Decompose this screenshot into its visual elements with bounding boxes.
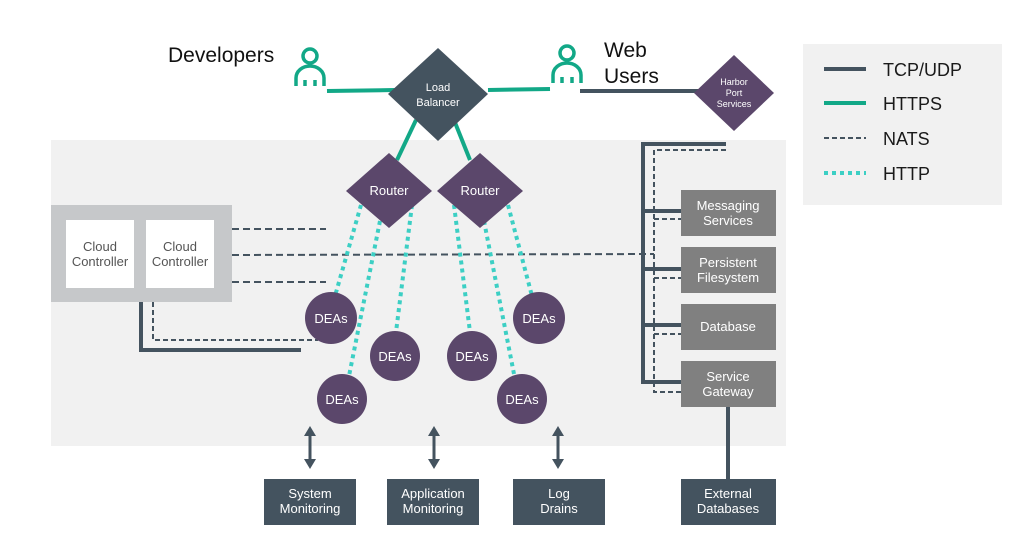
dea-node[interactable]: DEAs: [317, 374, 367, 424]
dea-node[interactable]: DEAs: [370, 331, 420, 381]
load-balancer[interactable]: Load Balancer: [388, 48, 488, 141]
dea-label: DEAs: [325, 392, 359, 407]
cloud-controller-label-1: Cloud: [163, 239, 197, 254]
dea-node[interactable]: DEAs: [497, 374, 547, 424]
load-balancer-label-2: Balancer: [416, 97, 460, 109]
service-messaging[interactable]: Messaging Services: [681, 190, 776, 236]
load-balancer-label-1: Load: [426, 82, 450, 94]
external-label-2: Databases: [697, 501, 760, 516]
cloud-controller-2[interactable]: Cloud Controller: [146, 220, 214, 288]
dea-label: DEAs: [378, 349, 412, 364]
external-databases[interactable]: External Databases: [681, 479, 776, 525]
service-label-1: Database: [700, 319, 756, 334]
web-users-label-2: Users: [604, 65, 659, 88]
external-log-drains[interactable]: Log Drains: [513, 479, 605, 525]
service-label-1: Service: [706, 369, 749, 384]
service-database[interactable]: Database: [681, 304, 776, 350]
external-application-monitoring[interactable]: Application Monitoring: [387, 479, 479, 525]
dea-label: DEAs: [505, 392, 539, 407]
external-label-1: External: [704, 486, 752, 501]
router-label: Router: [460, 183, 500, 198]
harbor-port-services[interactable]: Harbor Port Services: [694, 55, 774, 131]
external-label-2: Monitoring: [403, 501, 464, 516]
dea-label: DEAs: [522, 311, 556, 326]
legend-label-tcp-udp: TCP/UDP: [883, 60, 962, 80]
dea-label: DEAs: [314, 311, 348, 326]
cloud-controller-label-2: Controller: [72, 254, 129, 269]
service-label-1: Persistent: [699, 255, 757, 270]
architecture-diagram: TCP/UDP HTTPS NATS HTTP Load Balancer Ha…: [51, 39, 1002, 525]
service-label-1: Messaging: [697, 198, 760, 213]
dea-node[interactable]: DEAs: [447, 331, 497, 381]
cloud-controller-label-2: Controller: [152, 254, 209, 269]
cloud-controller-1[interactable]: Cloud Controller: [66, 220, 134, 288]
dea-label: DEAs: [455, 349, 489, 364]
load-balancer-shape: [388, 48, 488, 141]
developers-label: Developers: [168, 44, 274, 67]
web-users-label-1: Web: [604, 39, 647, 62]
external-label-2: Drains: [540, 501, 578, 516]
external-system-monitoring[interactable]: System Monitoring: [264, 479, 356, 525]
cloud-controller-group: Cloud Controller Cloud Controller: [51, 205, 232, 302]
service-label-2: Services: [703, 213, 753, 228]
harbor-label-2: Port: [726, 88, 743, 98]
person-icon: [551, 44, 583, 83]
legend-label-https: HTTPS: [883, 94, 942, 114]
external-label-2: Monitoring: [280, 501, 341, 516]
dea-node[interactable]: DEAs: [305, 292, 357, 344]
developers-actor: Developers: [168, 44, 326, 86]
service-label-2: Filesystem: [697, 270, 759, 285]
https-link-developers-lb: [326, 88, 396, 93]
https-link-lb-webusers: [487, 87, 551, 92]
router-label: Router: [369, 183, 409, 198]
legend-label-http: HTTP: [883, 164, 930, 184]
external-label-1: System: [288, 486, 331, 501]
legend-label-nats: NATS: [883, 129, 930, 149]
harbor-label-1: Harbor: [720, 77, 748, 87]
service-filesystem[interactable]: Persistent Filesystem: [681, 247, 776, 293]
web-users-actor: Web Users: [551, 39, 659, 88]
cloud-controller-label-1: Cloud: [83, 239, 117, 254]
external-label-1: Log: [548, 486, 570, 501]
external-label-1: Application: [401, 486, 465, 501]
harbor-label-3: Services: [717, 99, 752, 109]
service-label-2: Gateway: [702, 384, 754, 399]
service-gateway[interactable]: Service Gateway: [681, 361, 776, 407]
legend: TCP/UDP HTTPS NATS HTTP: [803, 44, 1002, 205]
dea-node[interactable]: DEAs: [513, 292, 565, 344]
person-icon: [294, 47, 326, 86]
